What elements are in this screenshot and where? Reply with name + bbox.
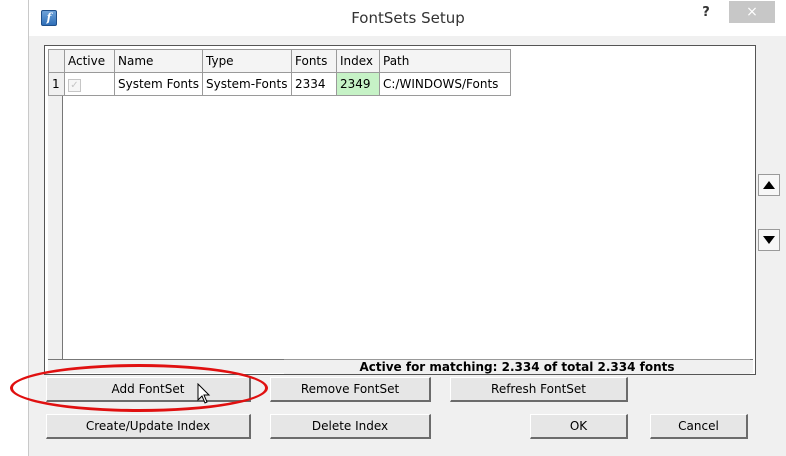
- close-button[interactable]: ×: [729, 1, 775, 23]
- create-update-index-button[interactable]: Create/Update Index: [46, 414, 251, 439]
- cancel-button[interactable]: Cancel: [650, 414, 748, 439]
- move-down-button[interactable]: [758, 229, 780, 251]
- row-number[interactable]: 1: [48, 72, 65, 96]
- column-header-fonts[interactable]: Fonts: [291, 49, 337, 73]
- column-header-path[interactable]: Path: [379, 49, 511, 73]
- column-header-type[interactable]: Type: [202, 49, 292, 73]
- fontsets-setup-dialog: f FontSets Setup ? × Active Name Type Fo…: [28, 0, 786, 456]
- column-header-name[interactable]: Name: [114, 49, 203, 73]
- remove-fontset-button[interactable]: Remove FontSet: [270, 377, 431, 402]
- path-cell[interactable]: C:/WINDOWS/Fonts: [379, 72, 511, 96]
- delete-index-button[interactable]: Delete Index: [270, 414, 431, 439]
- active-checkbox[interactable]: ✓: [68, 78, 81, 92]
- ok-button[interactable]: OK: [530, 414, 628, 439]
- add-fontset-button[interactable]: Add FontSet: [46, 377, 251, 402]
- table-row[interactable]: 1 ✓ System Fonts System-Fonts 2334 2349 …: [48, 72, 511, 96]
- move-up-button[interactable]: [758, 174, 780, 196]
- table-left-gutter: [48, 49, 63, 371]
- refresh-fontset-button[interactable]: Refresh FontSet: [450, 377, 628, 402]
- window-title: FontSets Setup: [351, 9, 465, 27]
- fonts-cell[interactable]: 2334: [291, 72, 337, 96]
- name-cell[interactable]: System Fonts: [114, 72, 203, 96]
- fontsets-table-frame: Active Name Type Fonts Index Path 1 ✓ Sy…: [44, 45, 756, 375]
- help-button[interactable]: ?: [693, 4, 719, 24]
- table-corner-header: [48, 49, 65, 73]
- column-header-active[interactable]: Active: [64, 49, 115, 73]
- arrow-up-icon: [763, 181, 775, 189]
- title-bar: f FontSets Setup ? ×: [29, 0, 786, 36]
- active-cell: ✓: [64, 72, 115, 96]
- type-cell[interactable]: System-Fonts: [202, 72, 292, 96]
- fontsets-table: Active Name Type Fonts Index Path 1 ✓ Sy…: [48, 49, 511, 96]
- index-cell[interactable]: 2349: [336, 72, 380, 96]
- table-header-row: Active Name Type Fonts Index Path: [48, 49, 511, 73]
- column-header-index[interactable]: Index: [336, 49, 380, 73]
- status-text: Active for matching: 2.334 of total 2.33…: [284, 359, 750, 374]
- arrow-down-icon: [763, 236, 775, 244]
